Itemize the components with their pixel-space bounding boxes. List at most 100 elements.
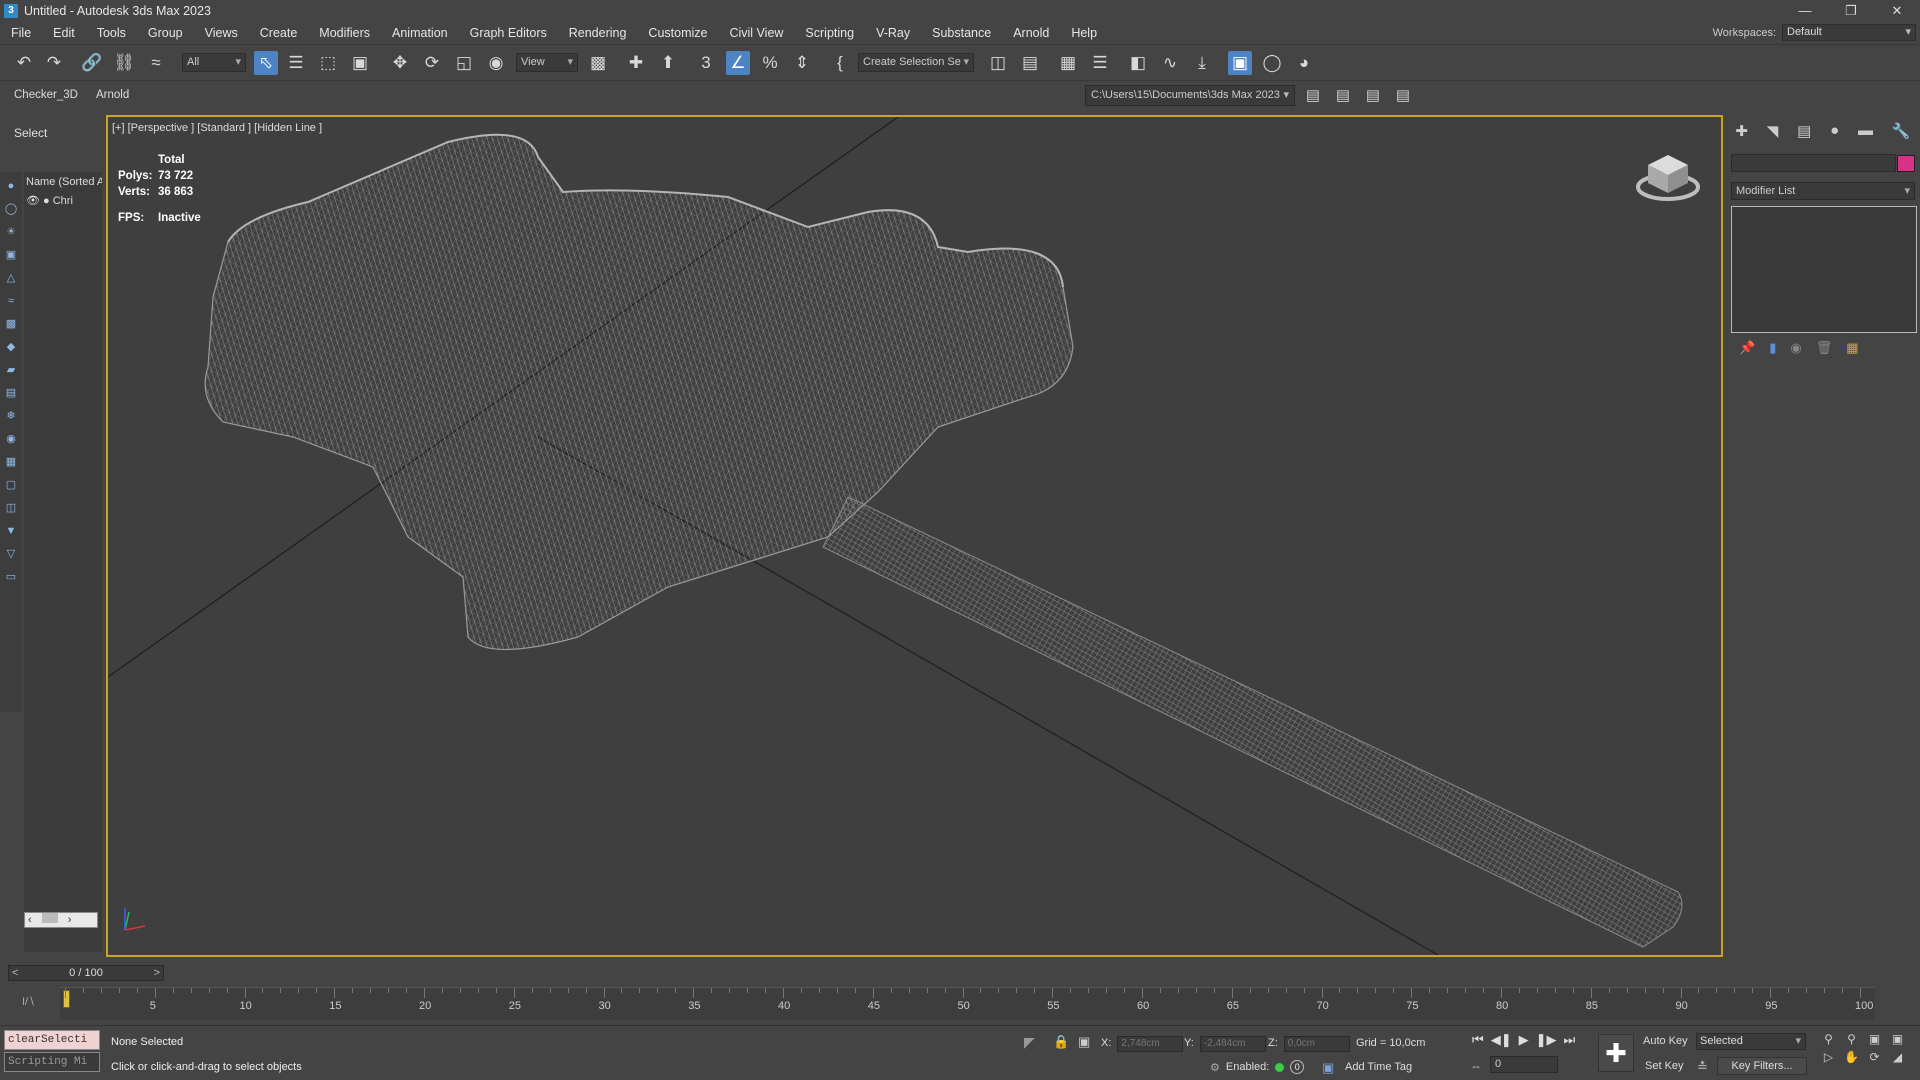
link-icon[interactable]: 🔗 (80, 51, 104, 75)
named-selection-dropdown[interactable]: Create Selection Se (858, 53, 974, 72)
display-xrefs-icon[interactable]: ◆ (3, 339, 19, 355)
zoom-extents-icon[interactable]: ▣ (1866, 1032, 1883, 1046)
show-end-result-icon[interactable]: ▮ (1769, 340, 1776, 358)
maxscript-listener-input[interactable]: clearSelecti (4, 1030, 100, 1050)
menu-edit[interactable]: Edit (42, 26, 86, 40)
display-all-icon[interactable]: ▦ (3, 454, 19, 470)
menu-modifiers[interactable]: Modifiers (308, 26, 381, 40)
display-frozen-icon[interactable]: ❄ (3, 408, 19, 424)
unlink-icon[interactable]: ⛓ (112, 51, 136, 75)
display-spacewarps-icon[interactable]: ≈ (3, 293, 19, 309)
menu-vray[interactable]: V-Ray (865, 26, 921, 40)
current-frame-field[interactable]: 0 (1490, 1056, 1558, 1073)
next-frame-icon[interactable]: ❚▶ (1536, 1032, 1557, 1048)
angle-snap-icon[interactable]: ∠ (726, 51, 750, 75)
schematic-view-icon[interactable]: ⤓ (1190, 51, 1214, 75)
rotate-icon[interactable]: ⟳ (420, 51, 444, 75)
create-tab-icon[interactable]: ✚ (1735, 122, 1748, 144)
display-hidden-icon[interactable]: ◉ (3, 431, 19, 447)
align-icon[interactable]: ▤ (1018, 51, 1042, 75)
set-key-button[interactable]: Set Key (1645, 1060, 1684, 1072)
move-icon[interactable]: ✥ (388, 51, 412, 75)
y-field[interactable]: -2,484cm (1199, 1036, 1266, 1052)
layer-explorer-icon[interactable]: ☰ (1088, 51, 1112, 75)
hierarchy-tab-icon[interactable]: ▤ (1797, 122, 1811, 144)
snaps-toggle-icon[interactable]: 3 (694, 51, 718, 75)
time-slider-next[interactable]: > (154, 966, 160, 980)
scene-explorer-header[interactable]: Select (14, 126, 47, 140)
field-of-view-icon[interactable]: ▷ (1820, 1050, 1837, 1064)
perspective-viewport[interactable]: [+] [Perspective ] [Standard ] [Hidden L… (106, 115, 1723, 957)
material-editor-icon[interactable]: ▣ (1228, 51, 1252, 75)
modifier-stack[interactable] (1731, 206, 1917, 333)
key-mode-icon[interactable]: ≛ (1697, 1059, 1708, 1075)
select-by-name-icon[interactable]: ☰ (284, 51, 308, 75)
project-path-dropdown[interactable]: C:\Users\15\Documents\3ds Max 2023 (1085, 85, 1295, 106)
zoom-all-icon[interactable]: ⚲ (1843, 1032, 1860, 1046)
pan-icon[interactable]: ✋ (1843, 1050, 1860, 1064)
degradation-icon[interactable]: ⚙ (1210, 1061, 1220, 1074)
menu-substance[interactable]: Substance (921, 26, 1002, 40)
menu-animation[interactable]: Animation (381, 26, 459, 40)
minimize-button[interactable]: — (1782, 0, 1828, 22)
menu-group[interactable]: Group (137, 26, 194, 40)
mini-curve-editor-toggle[interactable]: I/∖ (22, 995, 35, 1008)
enabled-indicator[interactable] (1275, 1062, 1285, 1072)
selection-lock-icon[interactable]: 🔒 (1053, 1034, 1069, 1050)
time-track[interactable]: 5 10 15 20 25 30 35 40 45 50 55 60 65 70 75 80 85 90 95 100 (60, 987, 1875, 1020)
redo-icon[interactable]: ↷ (42, 51, 66, 75)
time-tag-icon[interactable]: ▣ (1322, 1060, 1334, 1076)
go-to-end-icon[interactable]: ⏭ (1563, 1032, 1575, 1048)
place-icon[interactable]: ◉ (484, 51, 508, 75)
selection-filter-dropdown[interactable]: All (182, 53, 246, 72)
previous-frame-icon[interactable]: ◀❚ (1491, 1032, 1512, 1048)
play-icon[interactable]: ▶ (1519, 1032, 1529, 1048)
menu-tools[interactable]: Tools (86, 26, 137, 40)
remove-modifier-icon[interactable]: 🗑 (1816, 340, 1833, 358)
menu-help[interactable]: Help (1060, 26, 1108, 40)
menu-create[interactable]: Create (249, 26, 309, 40)
time-slider-prev[interactable]: < (12, 966, 18, 980)
reference-coord-dropdown[interactable]: View (516, 53, 578, 72)
open-project-icon[interactable]: ▤ (1333, 86, 1353, 106)
set-key-big-button[interactable]: ✚ (1598, 1034, 1634, 1072)
configure-modifier-sets-icon[interactable]: ▦ (1846, 340, 1858, 358)
display-tab-icon[interactable]: ▬ (1858, 122, 1873, 144)
key-selection-dropdown[interactable]: Selected (1696, 1033, 1806, 1050)
auto-key-button[interactable]: Auto Key (1643, 1035, 1688, 1047)
time-config-icon[interactable]: ⇔ (1470, 1059, 1482, 1073)
select-object-icon[interactable]: ⬁ (254, 51, 278, 75)
x-field[interactable]: 2,748cm (1117, 1036, 1184, 1052)
explorer-horizontal-scrollbar[interactable]: ‹ › (24, 912, 98, 928)
modify-tab-icon[interactable]: ◥ (1767, 122, 1779, 144)
name-column-header[interactable]: Name (Sorted A (26, 176, 102, 188)
menu-views[interactable]: Views (194, 26, 249, 40)
display-shapes-icon[interactable]: ◯ (3, 201, 19, 217)
display-groups-icon[interactable]: ▩ (3, 316, 19, 332)
menu-scripting[interactable]: Scripting (794, 26, 865, 40)
render-icon[interactable]: ◕ (1292, 51, 1316, 75)
object-name-field[interactable] (1731, 154, 1896, 172)
ribbon-toggle-icon[interactable]: ◧ (1126, 51, 1150, 75)
orbit-icon[interactable]: ⟳ (1866, 1050, 1883, 1064)
layer-icon[interactable]: ▭ (3, 569, 19, 585)
new-project-icon[interactable]: ▤ (1393, 86, 1413, 106)
motion-tab-icon[interactable]: ● (1830, 122, 1839, 144)
project-folder-icon[interactable]: ▤ (1303, 86, 1323, 106)
go-to-start-icon[interactable]: ⏮ (1472, 1032, 1484, 1048)
scale-icon[interactable]: ◱ (452, 51, 476, 75)
close-button[interactable]: ✕ (1874, 0, 1920, 22)
scene-explorer-icon[interactable]: ▦ (1056, 51, 1080, 75)
time-slider[interactable]: < 0 / 100 > (8, 965, 164, 981)
menu-civil-view[interactable]: Civil View (718, 26, 794, 40)
object-color-swatch[interactable] (1897, 155, 1915, 172)
menu-rendering[interactable]: Rendering (558, 26, 638, 40)
percent-snap-icon[interactable]: % (758, 51, 782, 75)
key-filters-button[interactable]: Key Filters... (1717, 1057, 1807, 1075)
funnel-icon[interactable]: ▽ (3, 546, 19, 562)
menu-customize[interactable]: Customize (637, 26, 718, 40)
mirror-icon[interactable]: ◫ (986, 51, 1010, 75)
maxscript-mini-listener[interactable]: Scripting Mi (4, 1052, 100, 1072)
tab-arnold[interactable]: Arnold (96, 89, 129, 101)
zoom-extents-all-icon[interactable]: ▣ (1889, 1032, 1906, 1046)
